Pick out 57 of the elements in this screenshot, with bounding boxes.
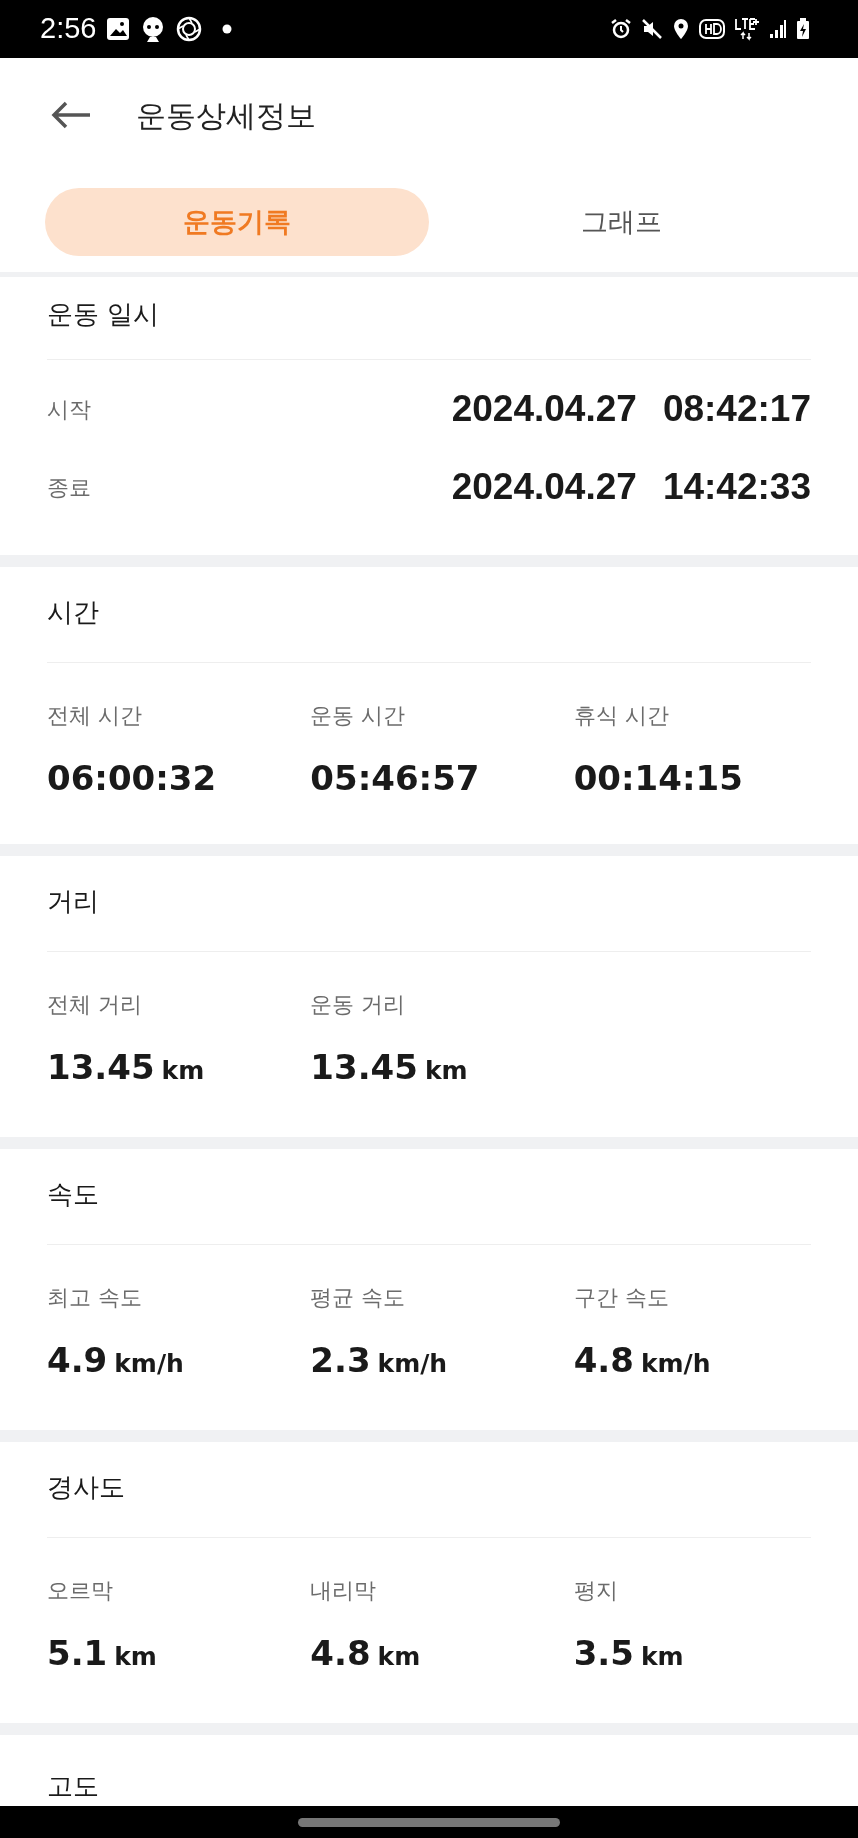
section-title: 경사도 [47, 1472, 126, 1502]
location-icon [672, 18, 690, 40]
page-title: 운동상세정보 [136, 96, 316, 135]
stat-label: 전체 시간 [47, 702, 143, 730]
stat-label: 휴식 시간 [573, 702, 670, 730]
stat-value: 4.8 [310, 1633, 371, 1673]
stat-value: 4.8 [573, 1340, 634, 1380]
stat-value: 4.9 [47, 1340, 108, 1380]
stat-unit: km/h [114, 1348, 184, 1380]
image-icon [106, 17, 131, 41]
notification-dot-icon [222, 24, 233, 34]
stat-value: 00:14:15 [573, 758, 743, 798]
stat-unit: km/h [377, 1348, 448, 1380]
stat-unit: km [161, 1055, 205, 1087]
stat-value: 3.5 [573, 1633, 634, 1673]
row-label: 종료 [47, 473, 91, 502]
stat-label: 구간 속도 [573, 1284, 670, 1312]
row-label: 시작 [47, 395, 91, 424]
section-title: 거리 [47, 886, 100, 916]
section-title: 속도 [47, 1179, 100, 1209]
battery-charging-icon [796, 18, 810, 40]
status-time: 2:56 [40, 11, 97, 47]
hd-icon [699, 19, 725, 39]
mute-icon [641, 18, 663, 40]
date-value: 2024.04.27 [451, 387, 637, 431]
stat-label: 운동 시간 [310, 702, 407, 730]
stat-unit: km [377, 1641, 421, 1673]
stat-value: 5.1 [47, 1633, 108, 1673]
stat-label: 내리막 [310, 1577, 378, 1605]
stat-label: 운동 거리 [310, 991, 407, 1019]
stat-unit: km [640, 1641, 684, 1673]
stat-label: 평균 속도 [310, 1284, 407, 1312]
stat-unit: km [424, 1055, 468, 1087]
stat-label: 오르막 [47, 1577, 114, 1605]
aperture-icon [176, 16, 203, 42]
stat-unit: km/h [640, 1348, 711, 1380]
stat-label: 평지 [573, 1577, 619, 1605]
back-arrow-icon [50, 100, 92, 130]
stat-label: 전체 거리 [47, 991, 143, 1019]
time-value: 08:42:17 [662, 387, 811, 431]
stat-unit: km [114, 1641, 157, 1673]
stat-value: 13.45 [47, 1047, 155, 1087]
lte-icon [734, 17, 760, 41]
stat-value: 2.3 [310, 1340, 371, 1380]
stat-value: 06:00:32 [47, 758, 217, 798]
stat-label: 최고 속도 [47, 1284, 143, 1312]
stat-value: 13.45 [310, 1047, 418, 1087]
section-title: 운동 일시 [47, 298, 161, 331]
section-title: 고도 [47, 1771, 100, 1801]
tab[interactable]: 그래프 [429, 188, 813, 256]
time-value: 14:42:33 [662, 465, 811, 509]
stat-value: 05:46:57 [310, 758, 480, 798]
section-title: 시간 [47, 597, 100, 627]
signal-icon [769, 19, 787, 39]
home-indicator[interactable] [298, 1817, 560, 1827]
date-value: 2024.04.27 [451, 465, 637, 509]
alarm-icon [610, 18, 632, 40]
